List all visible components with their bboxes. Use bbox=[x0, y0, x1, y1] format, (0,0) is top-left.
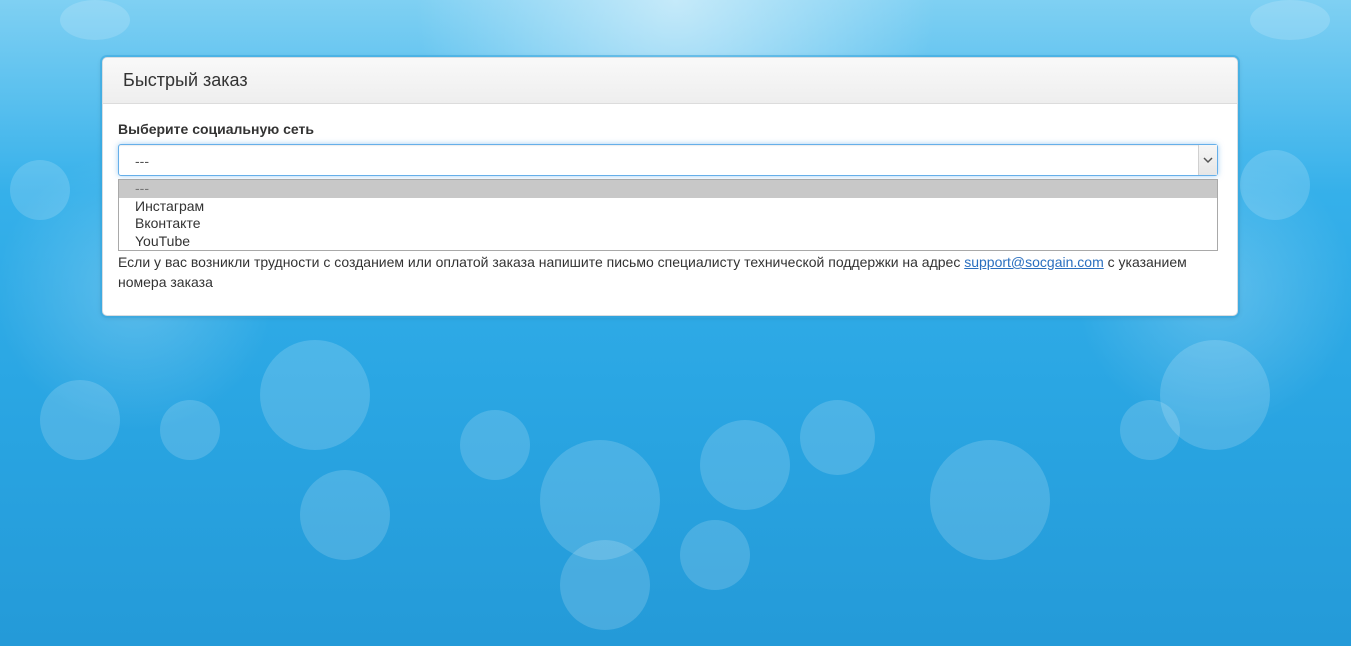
social-network-label: Выберите социальную сеть bbox=[118, 121, 314, 137]
background-bokeh bbox=[700, 420, 790, 510]
page-title: Быстрый заказ bbox=[123, 70, 248, 90]
dropdown-option-instagram[interactable]: Инстаграм bbox=[119, 198, 1217, 216]
social-network-dropdown: --- Инстаграм Вконтакте YouTube bbox=[118, 179, 1218, 251]
help-text-before: Если у вас возникли трудности с создание… bbox=[118, 254, 965, 270]
quick-order-panel: Быстрый заказ Выберите социальную сеть -… bbox=[102, 57, 1238, 316]
background-bokeh bbox=[10, 160, 70, 220]
dropdown-option-vkontakte[interactable]: Вконтакте bbox=[119, 215, 1217, 233]
background-bokeh bbox=[260, 340, 370, 450]
background-bokeh bbox=[160, 400, 220, 460]
social-network-select[interactable]: --- bbox=[118, 144, 1218, 176]
support-help-text: Если у вас возникли трудности с создание… bbox=[118, 252, 1222, 292]
background-bokeh bbox=[1240, 150, 1310, 220]
background-bokeh bbox=[460, 410, 530, 480]
background-bokeh bbox=[40, 380, 120, 460]
dropdown-option-youtube[interactable]: YouTube bbox=[119, 233, 1217, 251]
dropdown-option-empty[interactable]: --- bbox=[119, 180, 1217, 198]
background-bokeh bbox=[560, 540, 650, 630]
background-bokeh bbox=[60, 0, 130, 40]
background-bokeh bbox=[680, 520, 750, 590]
background-bokeh bbox=[1120, 400, 1180, 460]
background-bokeh bbox=[1250, 0, 1330, 40]
panel-heading: Быстрый заказ bbox=[103, 58, 1237, 104]
background-bokeh bbox=[300, 470, 390, 560]
select-current-value: --- bbox=[135, 153, 149, 169]
support-email-link[interactable]: support@socgain.com bbox=[964, 254, 1104, 270]
chevron-down-icon[interactable] bbox=[1198, 145, 1217, 175]
background-bokeh bbox=[930, 440, 1050, 560]
background-bokeh bbox=[540, 440, 660, 560]
background-bokeh bbox=[800, 400, 875, 475]
background-bokeh bbox=[1160, 340, 1270, 450]
